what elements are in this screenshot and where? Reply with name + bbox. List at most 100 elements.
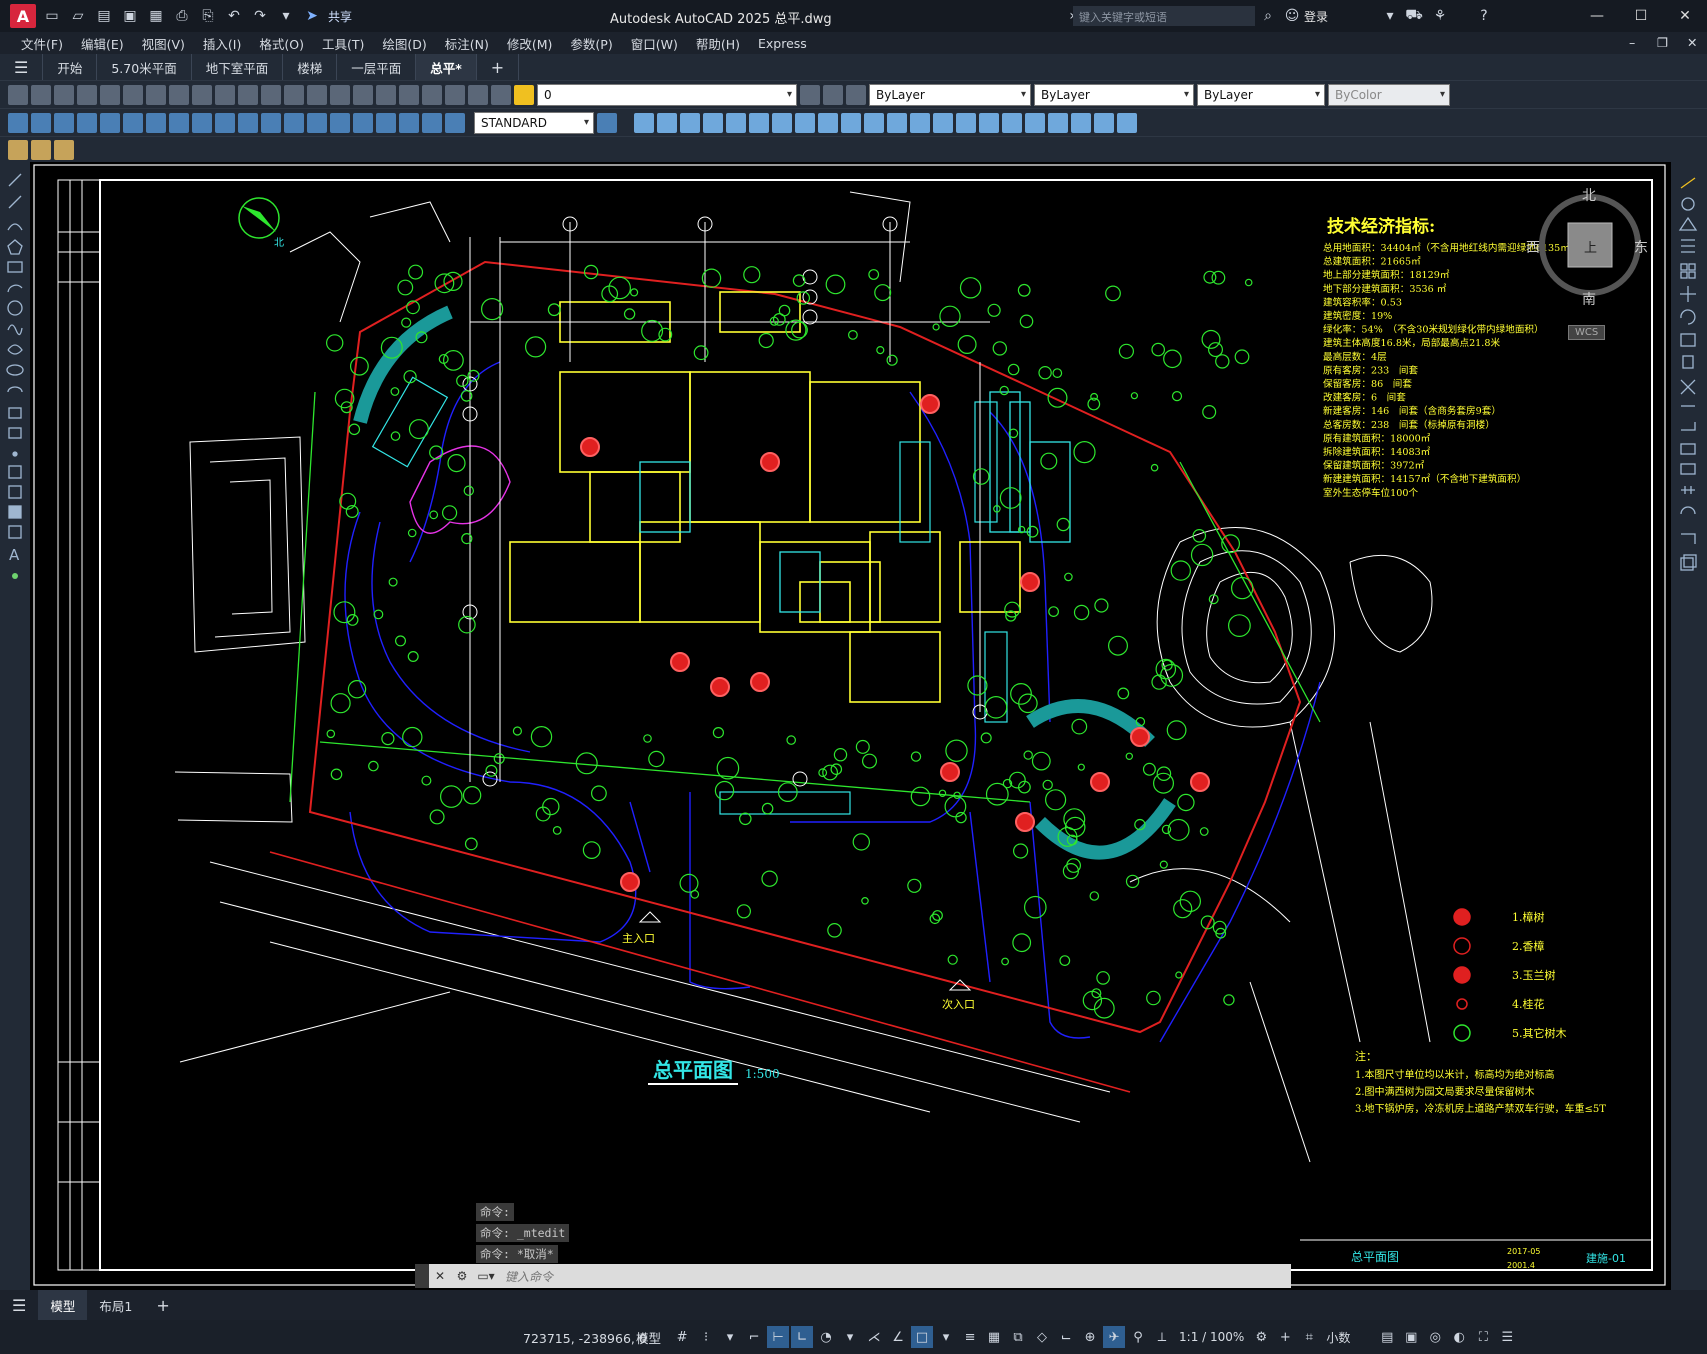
- 3d-array-icon[interactable]: [1025, 112, 1045, 133]
- gizmo-icon[interactable]: ⊕: [1079, 1326, 1101, 1348]
- extrude-icon[interactable]: [795, 112, 815, 133]
- command-input[interactable]: 键入命令: [499, 1268, 553, 1285]
- calculator-icon[interactable]: [445, 84, 465, 105]
- close-icon[interactable]: ✕: [1663, 0, 1707, 32]
- menu-draw[interactable]: 绘图(D): [373, 34, 435, 53]
- tab-site-plan[interactable]: 总平*: [416, 54, 477, 80]
- preview-icon[interactable]: [100, 84, 120, 105]
- save-icon[interactable]: ▣: [120, 6, 140, 26]
- viewcube[interactable]: 北 南 东 西 上 WCS: [1526, 185, 1650, 340]
- menu-edit[interactable]: 编辑(E): [72, 34, 133, 53]
- open-folder-icon[interactable]: ▤: [94, 6, 114, 26]
- new-tab-icon[interactable]: +: [477, 54, 520, 80]
- tab-stairs[interactable]: 楼梯: [283, 54, 338, 80]
- menu-file[interactable]: 文件(F): [12, 34, 72, 53]
- quick-properties-icon[interactable]: ▤: [1376, 1326, 1398, 1348]
- polar-icon[interactable]: ◔: [815, 1326, 837, 1348]
- jogged-linear-icon[interactable]: [376, 112, 396, 133]
- zoom-window-icon[interactable]: [330, 84, 350, 105]
- box-icon[interactable]: [634, 112, 654, 133]
- customization-icon[interactable]: ☰: [1496, 1326, 1518, 1348]
- sphere-icon[interactable]: [703, 112, 723, 133]
- lineweight-dropdown[interactable]: ByLayer: [1197, 83, 1325, 106]
- ducs-icon[interactable]: ⌙: [1055, 1326, 1077, 1348]
- share-icon[interactable]: ➤: [302, 6, 322, 26]
- app-menu-icon[interactable]: ☰: [0, 54, 44, 80]
- save-tool-icon[interactable]: [54, 84, 74, 105]
- lineweight-icon[interactable]: ≡: [959, 1326, 981, 1348]
- continue-icon[interactable]: [238, 112, 258, 133]
- hardware-accel-icon[interactable]: ◐: [1448, 1326, 1470, 1348]
- osnap-icon[interactable]: □: [911, 1326, 934, 1348]
- cone-icon[interactable]: [680, 112, 700, 133]
- zoom-realtime-icon[interactable]: [307, 84, 327, 105]
- tolerance-icon[interactable]: [307, 112, 327, 133]
- 3d-osnap-icon[interactable]: ◇: [1031, 1326, 1053, 1348]
- dim-update-icon[interactable]: [445, 112, 465, 133]
- tab-model[interactable]: 模型: [38, 1290, 88, 1320]
- mtext-icon[interactable]: [8, 139, 28, 160]
- subtract-icon[interactable]: [910, 112, 930, 133]
- transparency-icon[interactable]: ▦: [983, 1326, 1005, 1348]
- color-dropdown[interactable]: ByLayer: [869, 83, 1031, 106]
- menu-window[interactable]: 窗口(W): [622, 34, 687, 53]
- polar-dropdown-icon[interactable]: ▾: [839, 1326, 861, 1348]
- layer-properties-icon[interactable]: [491, 84, 511, 105]
- snap-dropdown-icon[interactable]: ▾: [719, 1326, 741, 1348]
- dim-space-icon[interactable]: [261, 112, 281, 133]
- diameter-icon[interactable]: [146, 112, 166, 133]
- redo-tool-icon[interactable]: [261, 84, 281, 105]
- drawing-canvas[interactable]: 总平面图 2017-05 2001.4 建施-01 北 主入口 次入口 总平面图…: [30, 162, 1671, 1290]
- help-icon[interactable]: ?: [1474, 6, 1494, 26]
- save-as-icon[interactable]: ▦: [146, 6, 166, 26]
- viewcube-top-face[interactable]: 上: [1584, 237, 1597, 256]
- draw-tools-icons[interactable]: A: [0, 168, 30, 628]
- paste-icon[interactable]: [192, 84, 212, 105]
- a360-icon[interactable]: ⚘: [1430, 6, 1450, 26]
- inspect-icon[interactable]: [353, 112, 373, 133]
- menu-format[interactable]: 格式(O): [250, 34, 313, 53]
- tab-570-plan[interactable]: 5.70米平面: [97, 54, 192, 80]
- dim-break-icon[interactable]: [284, 112, 304, 133]
- scale-dropdown[interactable]: 1:1 / 100%: [1179, 1330, 1244, 1344]
- viewcube-east[interactable]: 东: [1634, 237, 1648, 257]
- new-file-icon[interactable]: ▭: [42, 6, 62, 26]
- clean-screen-icon[interactable]: ⛶: [1472, 1326, 1494, 1348]
- search-icon[interactable]: ⌕: [1258, 6, 1278, 26]
- tool-palettes-icon[interactable]: [422, 84, 442, 105]
- infer-icon[interactable]: ⌐: [743, 1326, 765, 1348]
- plus-icon[interactable]: +: [1274, 1326, 1296, 1348]
- maximize-icon[interactable]: ☐: [1619, 0, 1663, 32]
- dynamic-input-icon[interactable]: ⊢: [767, 1326, 790, 1348]
- qnew-icon[interactable]: [8, 84, 28, 105]
- thicken-icon[interactable]: [1094, 112, 1114, 133]
- revolve-icon[interactable]: [818, 112, 838, 133]
- command-grip[interactable]: [415, 1264, 429, 1288]
- angular-icon[interactable]: [169, 112, 189, 133]
- doc-minimize-icon[interactable]: –: [1620, 35, 1644, 50]
- ortho-icon[interactable]: ∟: [791, 1326, 814, 1348]
- pan-icon[interactable]: [284, 84, 304, 105]
- linear-dim-icon[interactable]: [8, 112, 28, 133]
- customize-arrow-icon[interactable]: ▾: [276, 6, 296, 26]
- undo-tool-icon[interactable]: [238, 84, 258, 105]
- make-current-icon[interactable]: [800, 84, 820, 105]
- selection-cycling-icon[interactable]: ⧉: [1007, 1326, 1029, 1348]
- viewcube-north[interactable]: 北: [1582, 185, 1596, 205]
- design-center-icon[interactable]: [399, 84, 419, 105]
- search-input[interactable]: 键入关键字或短语: [1073, 6, 1255, 26]
- isodraft-icon[interactable]: ⋌: [863, 1326, 885, 1348]
- loft-icon[interactable]: [864, 112, 884, 133]
- 3d-rotate-icon[interactable]: [979, 112, 999, 133]
- dropdown-arrow-icon[interactable]: ▾: [1380, 6, 1400, 26]
- dim-text-edit-icon[interactable]: [422, 112, 442, 133]
- publish-icon[interactable]: ⎙: [172, 6, 192, 26]
- doc-restore-icon[interactable]: ❐: [1648, 35, 1677, 50]
- snap-icon[interactable]: ⁝: [695, 1326, 717, 1348]
- add-layout-icon[interactable]: +: [144, 1290, 181, 1320]
- autoscale-icon[interactable]: ⚲: [1127, 1326, 1149, 1348]
- menu-dimension[interactable]: 标注(N): [436, 34, 498, 53]
- quick-dim-icon[interactable]: [192, 112, 212, 133]
- table-icon[interactable]: [31, 139, 51, 160]
- 3d-move-icon[interactable]: [956, 112, 976, 133]
